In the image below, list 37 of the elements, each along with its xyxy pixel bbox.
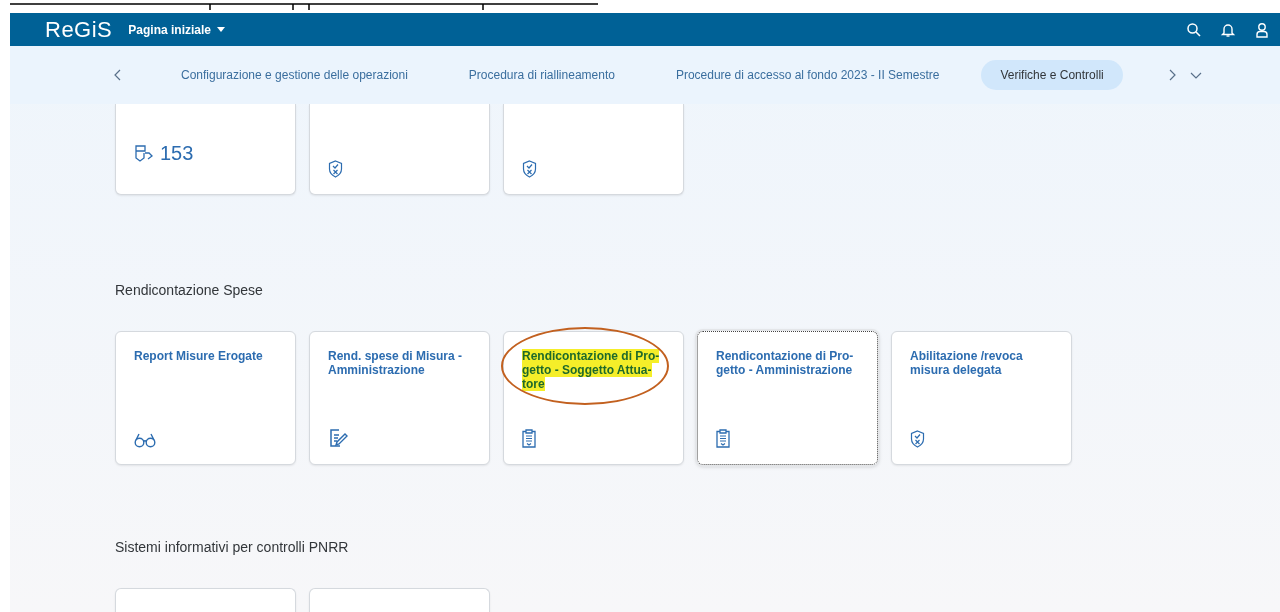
section-title: Rendicontazione Spese [115, 282, 264, 298]
app-tile[interactable] [115, 588, 296, 612]
nav-tab[interactable]: Verifiche e Controlli [981, 60, 1123, 90]
bell-icon[interactable] [1220, 21, 1236, 38]
document-edit-icon [328, 428, 348, 448]
tile-title: Rend. spese di Misura - Amministrazione [328, 349, 464, 377]
tile-title: Report Misure Erogate [134, 349, 264, 363]
shield-check-icon [328, 160, 343, 178]
glasses-icon [134, 432, 156, 448]
app-tile[interactable] [309, 588, 490, 612]
scroll-right-icon[interactable] [1167, 69, 1176, 81]
caret-icon [217, 27, 225, 32]
nav-tab[interactable]: Configurazione e gestione delle operazioni [162, 60, 427, 90]
shield-check-icon [910, 430, 925, 448]
tile-title: Abilitazione /revoca misura delegata [910, 349, 1024, 377]
nav-tab[interactable]: Procedure di accesso al fondo 2023 - II Semestre [656, 60, 959, 90]
tile-title: Rendicontazione di Pro- getto - Amministrazione [716, 349, 855, 377]
app-tile[interactable]: Abilitazione /revoca misura delegata [891, 331, 1072, 465]
app-tile[interactable]: Rend. spese di Misura - Amministrazione [309, 331, 490, 465]
search-icon[interactable] [1186, 21, 1202, 38]
scroll-left-icon[interactable] [114, 69, 122, 81]
app-tile[interactable]: 153 [115, 104, 296, 195]
shield-check-icon [522, 160, 537, 178]
chevron-down-icon[interactable] [1189, 71, 1202, 79]
app-tile[interactable] [309, 104, 490, 195]
clipboard-icon [716, 429, 730, 448]
home-menu-button[interactable]: Pagina iniziale [128, 22, 225, 37]
nav-tab[interactable]: Procedura di riallineamento [449, 60, 634, 90]
section-title: Sistemi informativi per controlli PNRR [115, 539, 350, 555]
clipboard-icon [522, 429, 536, 448]
app-tile[interactable]: Report Misure Erogate [115, 331, 296, 465]
regis-logo[interactable]: ReGiS [45, 16, 113, 43]
kpi-value: 153 [160, 142, 194, 165]
app-tile[interactable] [503, 104, 684, 195]
tile-title: Rendicontazione di Pro- getto - Soggetto Attua- tore [522, 349, 661, 391]
app-tile[interactable]: Rendicontazione di Pro- getto - Amministrazione [697, 331, 878, 465]
user-icon[interactable] [1254, 21, 1270, 38]
